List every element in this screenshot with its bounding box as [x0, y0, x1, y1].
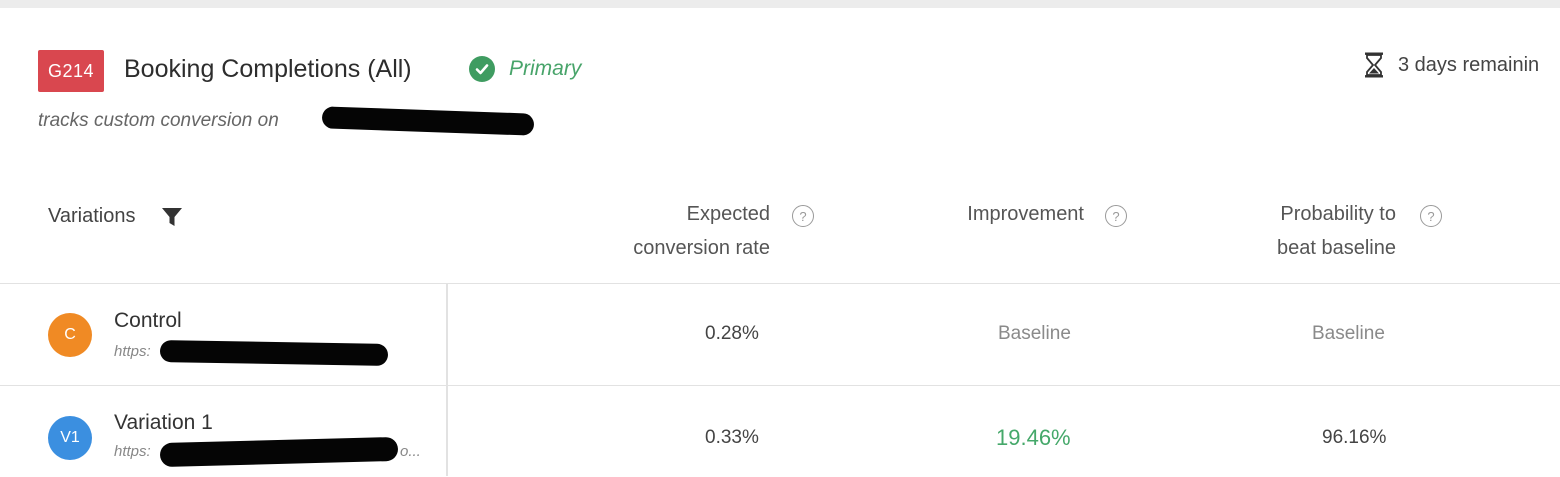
table-header: Variations Expected conversion rate ? Im… [0, 185, 1560, 275]
help-circle-icon[interactable]: ? [1105, 205, 1127, 227]
expected-conversion-header: Expected conversion rate [585, 197, 770, 265]
primary-label: Primary [509, 57, 582, 80]
help-circle-icon[interactable]: ? [792, 205, 814, 227]
variation-name[interactable]: Control [114, 309, 182, 333]
expected-header-line1: Expected [686, 203, 770, 225]
expected-header-line2: conversion rate [633, 237, 770, 259]
avatar: C [48, 313, 92, 357]
variation-url[interactable]: https: [114, 343, 151, 360]
expected-conversion-value: 0.33% [705, 427, 759, 448]
hourglass-icon [1365, 52, 1383, 78]
filter-icon[interactable] [161, 206, 183, 228]
probability-header: Probability to beat baseline [1210, 197, 1396, 265]
remaining-text: 3 days remainin [1398, 53, 1540, 76]
variation-name[interactable]: Variation 1 [114, 411, 213, 435]
probability-header-line1: Probability to [1280, 203, 1396, 225]
expected-conversion-value: 0.28% [705, 323, 759, 344]
improvement-value: 19.46% [996, 425, 1071, 450]
redaction-mark [159, 340, 389, 366]
improvement-value: Baseline [998, 323, 1071, 344]
improvement-header-label: Improvement [967, 203, 1084, 225]
check-circle-icon [469, 56, 495, 82]
goal-title: Booking Completions (All) [124, 55, 412, 83]
variation-url-tail: o... [400, 443, 421, 460]
primary-indicator: Primary [469, 56, 581, 82]
variations-header-label: Variations [48, 205, 136, 227]
variations-header[interactable]: Variations [48, 205, 183, 228]
variation-url[interactable]: https: [114, 443, 151, 460]
goal-id-badge: G214 [38, 50, 104, 92]
probability-header-line2: beat baseline [1277, 237, 1396, 259]
column-divider [446, 283, 448, 476]
goal-description: tracks custom conversion on [38, 110, 279, 131]
time-remaining: 3 days remainin [1364, 52, 1539, 78]
help-circle-icon[interactable]: ? [1420, 205, 1442, 227]
top-bar [0, 0, 1560, 8]
probability-value: Baseline [1312, 323, 1385, 344]
improvement-header: Improvement [900, 197, 1084, 231]
avatar: V1 [48, 416, 92, 460]
probability-value: 96.16% [1322, 427, 1387, 448]
